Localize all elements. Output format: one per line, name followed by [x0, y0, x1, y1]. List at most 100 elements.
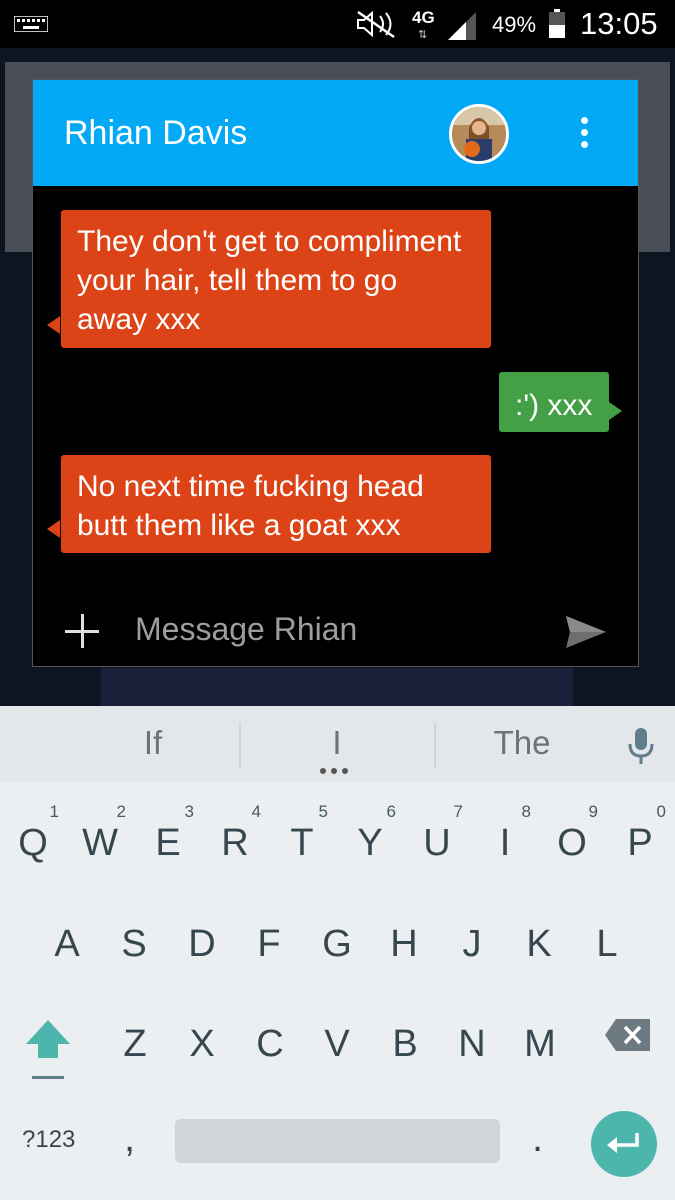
- key-label: H: [390, 923, 418, 965]
- key-r[interactable]: 4R: [203, 792, 267, 872]
- key-hint: 3: [184, 802, 194, 821]
- key-c[interactable]: C: [238, 1011, 302, 1091]
- key-i[interactable]: 8I: [473, 792, 537, 872]
- shift-arrow-icon: [26, 1020, 70, 1079]
- suggestion-bar: If I The: [0, 706, 675, 782]
- key-label: R: [221, 822, 249, 864]
- key-hint: 5: [318, 802, 328, 821]
- key-o[interactable]: 9O: [540, 792, 604, 872]
- key-label: B: [392, 1023, 418, 1065]
- key-hint: 7: [453, 802, 463, 821]
- key-p[interactable]: 0P: [608, 792, 672, 872]
- send-icon[interactable]: [564, 614, 608, 650]
- key-label: D: [188, 923, 216, 965]
- avatar[interactable]: [449, 104, 509, 164]
- symbols-key[interactable]: ?123: [22, 1126, 75, 1154]
- key-label: Q: [18, 822, 48, 864]
- bubble-tail: [47, 520, 60, 538]
- key-label: Z: [123, 1023, 147, 1065]
- key-hint: 6: [386, 802, 396, 821]
- key-l[interactable]: L: [575, 911, 639, 991]
- backspace-key[interactable]: [604, 1018, 652, 1052]
- key-hint: 2: [116, 802, 126, 821]
- key-label: T: [290, 822, 314, 864]
- add-attachment-button[interactable]: [65, 614, 99, 648]
- key-label: C: [256, 1023, 284, 1065]
- key-e[interactable]: 3E: [136, 792, 200, 872]
- key-label: W: [82, 822, 118, 864]
- key-h[interactable]: H: [372, 911, 436, 991]
- key-w[interactable]: 2W: [68, 792, 132, 872]
- key-x[interactable]: X: [170, 1011, 234, 1091]
- more-vert-icon: [580, 117, 588, 124]
- shift-key[interactable]: [22, 1014, 74, 1086]
- suggestion-1[interactable]: If: [120, 724, 186, 762]
- key-label: Y: [357, 822, 383, 864]
- incoming-message[interactable]: They don't get to compliment your hair, …: [61, 210, 491, 348]
- divider: [434, 722, 436, 768]
- key-label: E: [155, 822, 181, 864]
- key-label: S: [121, 923, 147, 965]
- key-label: M: [524, 1023, 556, 1065]
- contact-name[interactable]: Rhian Davis: [64, 114, 247, 153]
- space-key[interactable]: [175, 1119, 500, 1163]
- key-label: K: [526, 923, 552, 965]
- key-label: A: [54, 923, 80, 965]
- battery-icon: [549, 9, 565, 38]
- key-m[interactable]: M: [508, 1011, 572, 1091]
- key-label: P: [627, 822, 653, 864]
- key-u[interactable]: 7U: [405, 792, 469, 872]
- keyboard: If I The 1Q 2W 3E 4R 5T 6Y 7U 8I 9O 0P A…: [0, 706, 675, 1200]
- compose-bar: [33, 590, 638, 666]
- key-a[interactable]: A: [35, 911, 99, 991]
- key-v[interactable]: V: [305, 1011, 369, 1091]
- key-z[interactable]: Z: [103, 1011, 167, 1091]
- network-type: 4G: [412, 8, 435, 27]
- key-hint: 4: [251, 802, 261, 821]
- status-bar: 4G ⇅ 49% 13:05: [0, 0, 675, 48]
- keyboard-icon: [14, 16, 48, 32]
- data-arrows-icon: ⇅: [418, 29, 428, 41]
- incoming-message[interactable]: No next time fucking head butt them like…: [61, 455, 491, 553]
- backspace-icon: [605, 1019, 650, 1051]
- bubble-tail: [609, 402, 622, 420]
- divider: [239, 722, 241, 768]
- message-input[interactable]: [135, 602, 555, 656]
- key-f[interactable]: F: [237, 911, 301, 991]
- more-options-button[interactable]: [571, 114, 597, 154]
- key-label: L: [596, 923, 618, 965]
- comma-key[interactable]: ,: [124, 1116, 135, 1161]
- avatar-photo: [452, 107, 506, 161]
- enter-key[interactable]: [591, 1111, 657, 1177]
- key-label: G: [322, 923, 352, 965]
- key-label: U: [423, 822, 451, 864]
- bubble-tail: [47, 316, 60, 334]
- key-t[interactable]: 5T: [270, 792, 334, 872]
- signal-icon: [448, 12, 476, 40]
- suggestion-3[interactable]: The: [484, 724, 560, 762]
- key-s[interactable]: S: [102, 911, 166, 991]
- key-n[interactable]: N: [440, 1011, 504, 1091]
- key-hint: 1: [49, 802, 59, 821]
- key-y[interactable]: 6Y: [338, 792, 402, 872]
- key-hint: 8: [521, 802, 531, 821]
- key-label: O: [557, 822, 587, 864]
- key-j[interactable]: J: [440, 911, 504, 991]
- key-k[interactable]: K: [507, 911, 571, 991]
- key-d[interactable]: D: [170, 911, 234, 991]
- background-app-panel: [101, 668, 573, 706]
- microphone-icon[interactable]: [626, 726, 656, 766]
- more-suggestions-icon[interactable]: [320, 768, 354, 776]
- battery-percent: 49%: [492, 12, 537, 37]
- key-hint: 0: [656, 802, 666, 821]
- period-key[interactable]: .: [532, 1116, 543, 1161]
- key-hint: 9: [588, 802, 598, 821]
- outgoing-message[interactable]: :') xxx: [499, 372, 609, 432]
- key-g[interactable]: G: [305, 911, 369, 991]
- suggestion-2[interactable]: I: [304, 724, 370, 762]
- key-label: J: [462, 923, 482, 965]
- key-q[interactable]: 1Q: [1, 792, 65, 872]
- key-label: V: [324, 1023, 350, 1065]
- key-label: N: [458, 1023, 486, 1065]
- key-b[interactable]: B: [373, 1011, 437, 1091]
